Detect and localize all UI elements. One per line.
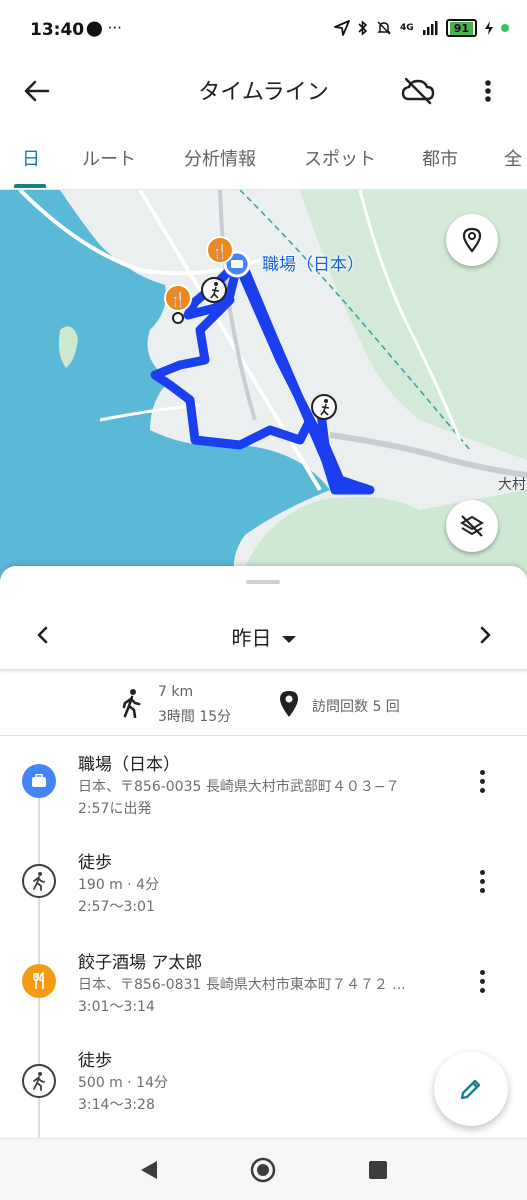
timeline-item-title: 職場（日本） [78, 755, 180, 775]
walking-icon [22, 864, 56, 898]
cloud-sync-button[interactable] [400, 74, 436, 108]
bluetooth-icon [358, 20, 368, 36]
layers-off-button[interactable] [446, 500, 498, 552]
privacy-dot [501, 24, 509, 32]
tab-route[interactable]: ルート [82, 145, 136, 171]
app-bar: タイムライン [0, 62, 527, 120]
map-town-label: 大村 [498, 477, 526, 493]
tab-day[interactable]: 日 [22, 145, 40, 171]
nav-back-icon[interactable] [138, 1159, 160, 1181]
next-day-button[interactable] [470, 620, 500, 650]
item-more-button[interactable] [470, 766, 494, 796]
timeline-item-time: 3:01〜3:14 [78, 999, 155, 1015]
timeline-item-title: 徒歩 [78, 1051, 112, 1071]
timeline-item-distance: 500 m · 14分 [78, 1075, 168, 1091]
tab-places[interactable]: スポット [304, 145, 376, 171]
network-type: 4G [400, 22, 414, 33]
map-place-label: 職場（日本） [262, 255, 364, 275]
status-right-icons: 4G 91 [334, 19, 509, 37]
charging-icon [485, 21, 493, 35]
timeline-item-walk-1[interactable]: 徒歩 190 m · 4分 2:57〜3:01 [0, 846, 527, 946]
cloud-off-icon [401, 77, 435, 105]
mute-icon [377, 21, 391, 35]
more-options-button[interactable] [476, 74, 500, 108]
tab-indicator [14, 184, 46, 188]
nav-home-icon[interactable] [250, 1157, 276, 1183]
timeline-item-restaurant[interactable]: 餃子酒場 ア太郎 日本、〒856-0831 長崎県大村市東本町７４７２ ... … [0, 946, 527, 1046]
timeline-item-distance: 190 m · 4分 [78, 877, 160, 893]
tab-all[interactable]: 全 [504, 145, 522, 171]
summary-visits: 訪問回数 5 回 [312, 699, 400, 715]
notification-icons: ⬤ ··· [86, 19, 122, 37]
sheet-drag-handle[interactable] [246, 580, 280, 584]
date-navigator: 昨日 [0, 600, 527, 670]
briefcase-icon [22, 764, 56, 798]
timeline-item-address: 日本、〒856-0035 長崎県大村市武部町４０３−７ [78, 779, 400, 795]
location-arrow-icon [334, 20, 350, 36]
timeline-item-title: 徒歩 [78, 853, 112, 873]
more-vert-icon [485, 80, 491, 102]
walking-icon [22, 1064, 56, 1098]
my-location-button[interactable] [446, 214, 498, 266]
item-more-button[interactable] [470, 866, 494, 896]
page-title: タイムライン [198, 80, 329, 105]
edit-button[interactable] [434, 1052, 508, 1126]
timeline-item-time: 3:14〜3:28 [78, 1097, 155, 1113]
timeline-item-title: 餃子酒場 ア太郎 [78, 953, 203, 973]
location-pin-icon [280, 691, 298, 717]
walking-icon [122, 689, 141, 718]
svg-text:🍴: 🍴 [211, 243, 228, 260]
tab-bar: 日 ルート 分析情報 スポット 都市 全 [0, 128, 527, 190]
summary-distance: 7 km [158, 684, 194, 700]
system-nav-bar [0, 1138, 527, 1200]
date-selector[interactable]: 昨日 [0, 622, 527, 651]
signal-icon [422, 21, 438, 35]
chevron-right-icon [480, 626, 491, 644]
item-more-button[interactable] [470, 966, 494, 996]
date-label: 昨日 [231, 626, 272, 650]
summary-duration: 3時間 15分 [158, 709, 232, 725]
tab-cities[interactable]: 都市 [422, 145, 458, 171]
location-pin-icon [462, 227, 482, 253]
status-time: 13:40 [30, 20, 85, 40]
caret-down-icon [281, 636, 296, 643]
battery-indicator: 91 [445, 19, 477, 37]
tab-insights[interactable]: 分析情報 [184, 145, 256, 171]
layers-off-icon [460, 515, 484, 537]
nav-recents-icon[interactable] [368, 1160, 388, 1180]
timeline-item-time: 2:57に出発 [78, 801, 152, 817]
restaurant-icon [22, 964, 56, 998]
map-view[interactable]: 🍴 🍴 職場（日本） 大村 [0, 190, 527, 580]
day-summary: 7 km 3時間 15分 訪問回数 5 回 [0, 670, 527, 736]
battery-level: 91 [449, 21, 473, 35]
pencil-icon [460, 1079, 481, 1100]
status-bar: 13:40 ⬤ ··· 4G 91 [0, 0, 527, 62]
svg-text:🍴: 🍴 [169, 291, 186, 308]
timeline-item-time: 2:57〜3:01 [78, 899, 155, 915]
timeline-item-workplace[interactable]: 職場（日本） 日本、〒856-0035 長崎県大村市武部町４０３−７ 2:57に… [0, 744, 527, 844]
timeline-item-address: 日本、〒856-0831 長崎県大村市東本町７４７２ ... [78, 977, 406, 993]
